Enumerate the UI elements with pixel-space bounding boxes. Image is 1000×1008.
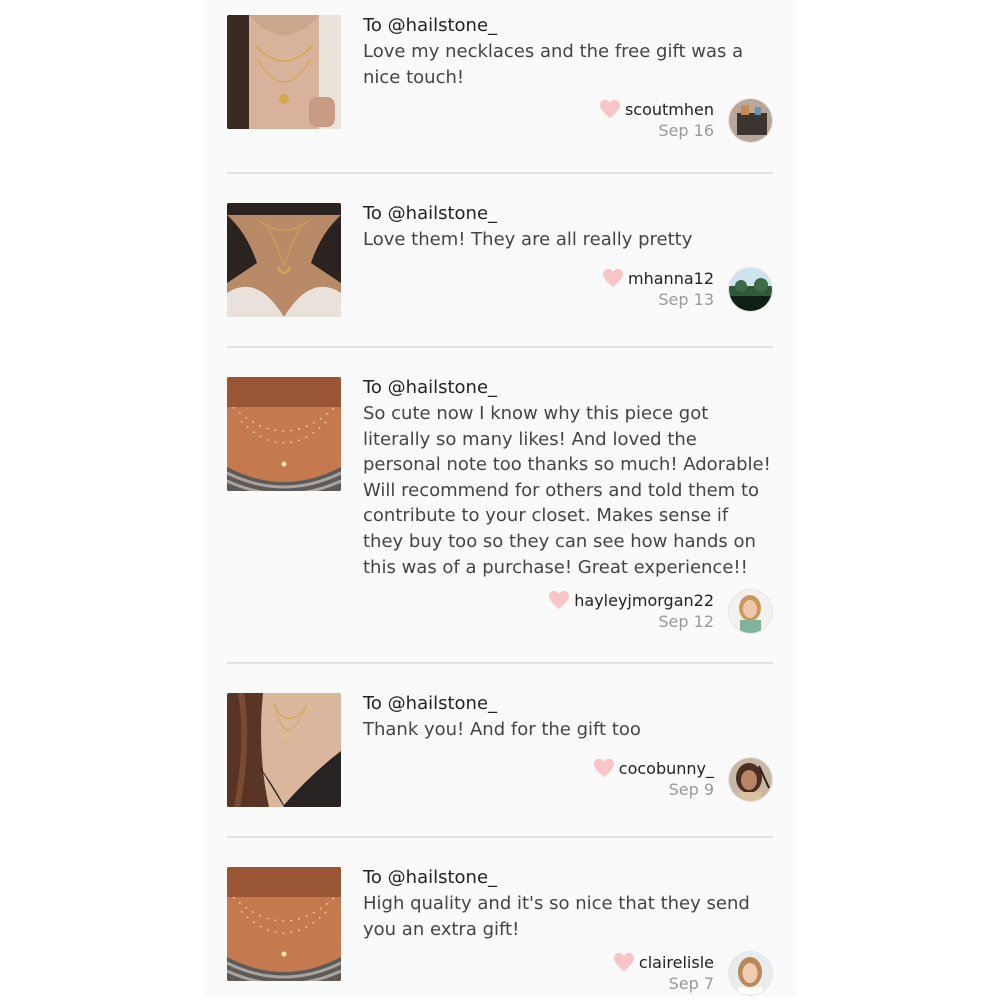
review-message: So cute now I know why this piece got li… (363, 403, 771, 578)
review-date: Sep 16 (658, 121, 714, 140)
heart-icon[interactable] (613, 952, 635, 972)
reviewer-username[interactable]: hayleyjmorgan22 (574, 591, 714, 610)
reviewer-avatar[interactable] (728, 266, 773, 312)
reviewer-avatar[interactable] (728, 97, 773, 143)
review-item: To @hailstone_ So cute now I know why th… (227, 348, 773, 664)
review-list: To @hailstone_ Love my necklaces and the… (227, 0, 773, 1008)
review-meta: hayleyjmorgan22 Sep 12 (548, 588, 773, 634)
avatar-scoutmhen (729, 98, 772, 142)
heart-icon[interactable] (599, 99, 621, 119)
necklace-photo-3 (227, 377, 341, 491)
review-recipient: To @hailstone_ (363, 203, 498, 224)
necklace-photo-4 (227, 693, 341, 807)
review-photo[interactable] (227, 203, 341, 317)
reviewer-username[interactable]: clairelisle (639, 953, 714, 972)
necklace-photo-5 (227, 867, 341, 981)
avatar-clairelisle (729, 951, 772, 995)
avatar-hayleyjmorgan22 (729, 589, 772, 633)
review-message: Love my necklaces and the free gift was … (363, 41, 744, 88)
review-date: Sep 9 (668, 780, 714, 799)
review-date: Sep 7 (668, 974, 714, 993)
heart-icon[interactable] (602, 268, 624, 288)
review-item: To @hailstone_ Thank you! And for the gi… (227, 664, 773, 838)
review-message: High quality and it's so nice that they … (363, 893, 750, 940)
review-photo[interactable] (227, 693, 341, 807)
reviewer-username[interactable]: scoutmhen (625, 100, 714, 119)
review-message: Thank you! And for the gift too (363, 719, 641, 740)
review-item: To @hailstone_ Love them! They are all r… (227, 174, 773, 348)
avatar-cocobunny (729, 757, 772, 801)
review-photo[interactable] (227, 377, 341, 491)
review-recipient: To @hailstone_ (363, 15, 498, 36)
reviewer-username[interactable]: mhanna12 (628, 269, 714, 288)
review-message: Love them! They are all really pretty (363, 229, 693, 250)
avatar-mhanna12 (729, 267, 772, 311)
necklace-photo-1 (227, 15, 341, 129)
reviewer-avatar[interactable] (728, 756, 773, 802)
reviewer-username[interactable]: cocobunny_ (619, 759, 714, 778)
review-recipient: To @hailstone_ (363, 693, 498, 714)
review-date: Sep 13 (658, 290, 714, 309)
review-date: Sep 12 (658, 612, 714, 631)
necklace-photo-2 (227, 203, 341, 317)
review-meta: scoutmhen Sep 16 (599, 97, 773, 143)
review-item: To @hailstone_ High quality and it's so … (227, 838, 773, 1008)
review-meta: mhanna12 Sep 13 (602, 266, 773, 312)
review-recipient: To @hailstone_ (363, 377, 498, 398)
review-photo[interactable] (227, 867, 341, 981)
review-recipient: To @hailstone_ (363, 867, 498, 888)
heart-icon[interactable] (593, 758, 615, 778)
reviewer-avatar[interactable] (728, 950, 773, 996)
review-item: To @hailstone_ Love my necklaces and the… (227, 0, 773, 174)
review-meta: cocobunny_ Sep 9 (593, 756, 773, 802)
review-meta: clairelisle Sep 7 (613, 950, 773, 996)
reviewer-avatar[interactable] (728, 588, 773, 634)
heart-icon[interactable] (548, 590, 570, 610)
review-photo[interactable] (227, 15, 341, 129)
